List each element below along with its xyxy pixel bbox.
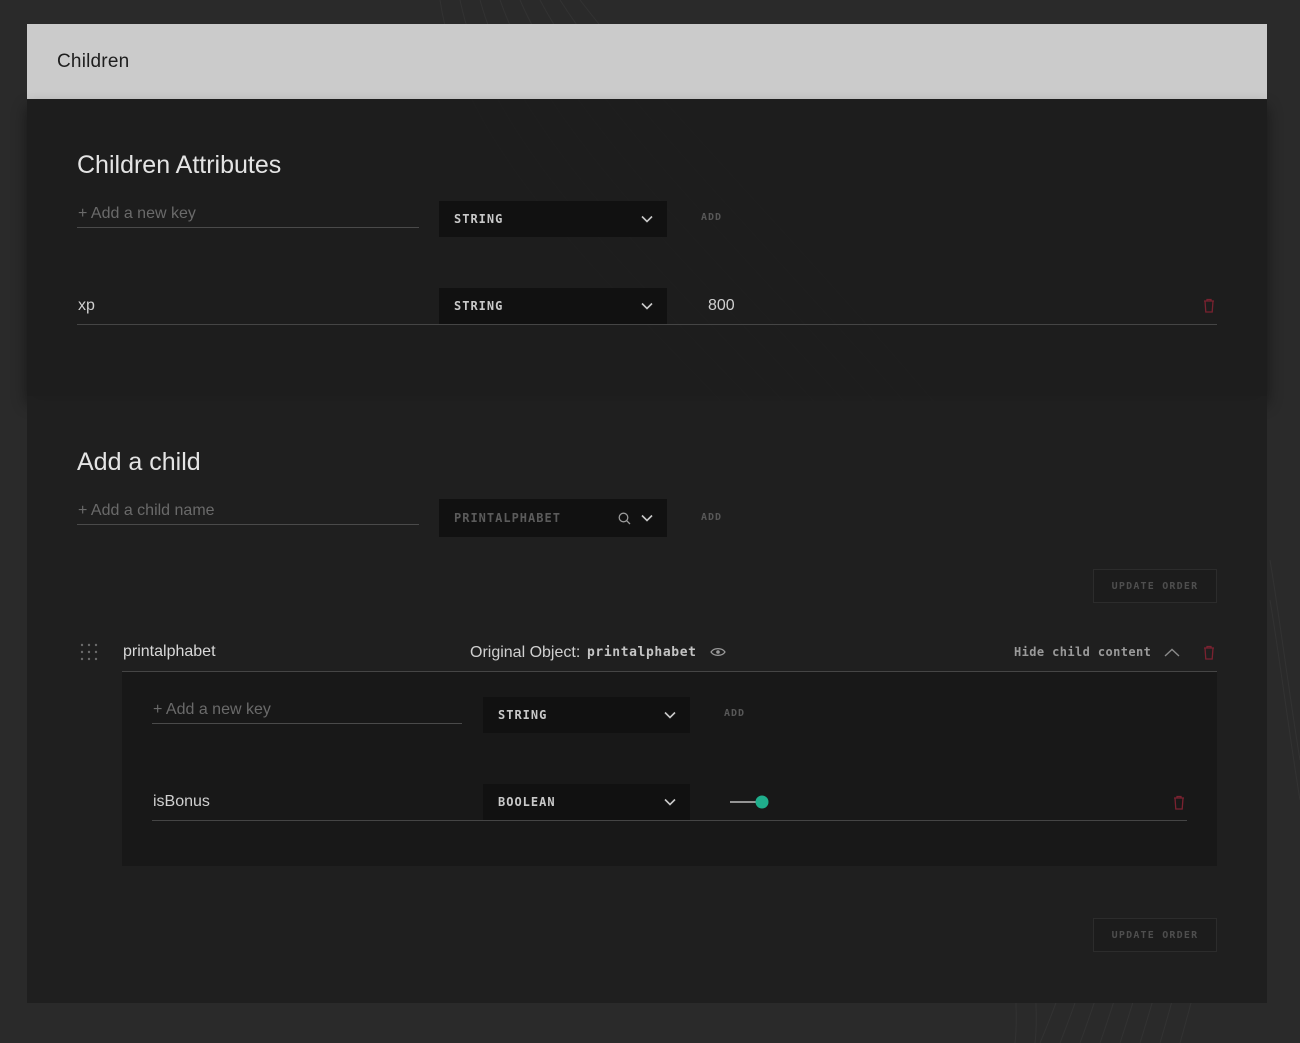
add-child-panel: Add a child PRINTALPHABET ADD UPDATE ORD… bbox=[27, 396, 1267, 1003]
new-key-type-select[interactable]: STRING bbox=[439, 201, 667, 237]
page-header: Children bbox=[27, 24, 1267, 99]
chevron-down-icon bbox=[641, 215, 653, 223]
child-attribute-type-select[interactable]: BOOLEAN bbox=[483, 784, 690, 820]
child-name: printalphabet bbox=[123, 643, 216, 660]
attribute-value[interactable]: 800 bbox=[708, 297, 735, 315]
add-key-button[interactable]: ADD bbox=[701, 212, 722, 223]
eye-icon[interactable] bbox=[710, 647, 726, 657]
trash-icon[interactable] bbox=[1203, 645, 1215, 660]
update-order-button[interactable]: UPDATE ORDER bbox=[1093, 569, 1217, 603]
object-select[interactable]: PRINTALPHABET bbox=[439, 499, 667, 537]
children-attributes-title: Children Attributes bbox=[77, 151, 282, 179]
chevron-down-icon bbox=[641, 514, 653, 522]
select-label: PRINTALPHABET bbox=[454, 511, 561, 525]
hide-child-content-button[interactable]: Hide child content bbox=[1014, 645, 1151, 659]
update-order-button-bottom[interactable]: UPDATE ORDER bbox=[1093, 918, 1217, 952]
original-object-value: printalphabet bbox=[587, 645, 697, 660]
original-object-label: Original Object: bbox=[470, 644, 581, 661]
search-icon bbox=[618, 512, 631, 524]
add-child-button[interactable]: ADD bbox=[701, 512, 722, 523]
attribute-type-select[interactable]: STRING bbox=[439, 288, 667, 324]
select-label: STRING bbox=[454, 212, 504, 226]
chevron-down-icon bbox=[641, 302, 653, 310]
child-name-input[interactable] bbox=[77, 497, 419, 525]
attribute-key: xp bbox=[78, 297, 95, 314]
child-new-key-type-select[interactable]: STRING bbox=[483, 697, 690, 733]
chevron-down-icon bbox=[664, 711, 676, 719]
child-new-key-input[interactable] bbox=[152, 696, 462, 724]
chevron-up-icon[interactable] bbox=[1164, 648, 1180, 657]
row-divider bbox=[152, 820, 1187, 821]
chevron-down-icon bbox=[664, 798, 676, 806]
new-key-input[interactable] bbox=[77, 200, 419, 228]
children-attributes-panel: Children Attributes STRING ADD xp STRING… bbox=[27, 99, 1267, 396]
child-content: STRING ADD isBonus BOOLEAN bbox=[122, 672, 1217, 866]
select-label: STRING bbox=[498, 708, 548, 722]
drag-handle-icon[interactable] bbox=[80, 643, 98, 661]
child-attribute-key: isBonus bbox=[153, 793, 210, 810]
select-label: STRING bbox=[454, 299, 504, 313]
row-divider bbox=[77, 324, 1217, 325]
page-title: Children bbox=[57, 50, 130, 72]
child-add-key-button[interactable]: ADD bbox=[724, 708, 745, 719]
select-label: BOOLEAN bbox=[498, 795, 556, 809]
trash-icon[interactable] bbox=[1203, 298, 1215, 313]
trash-icon[interactable] bbox=[1173, 795, 1185, 810]
boolean-toggle[interactable] bbox=[729, 795, 771, 809]
add-child-title: Add a child bbox=[77, 448, 201, 476]
